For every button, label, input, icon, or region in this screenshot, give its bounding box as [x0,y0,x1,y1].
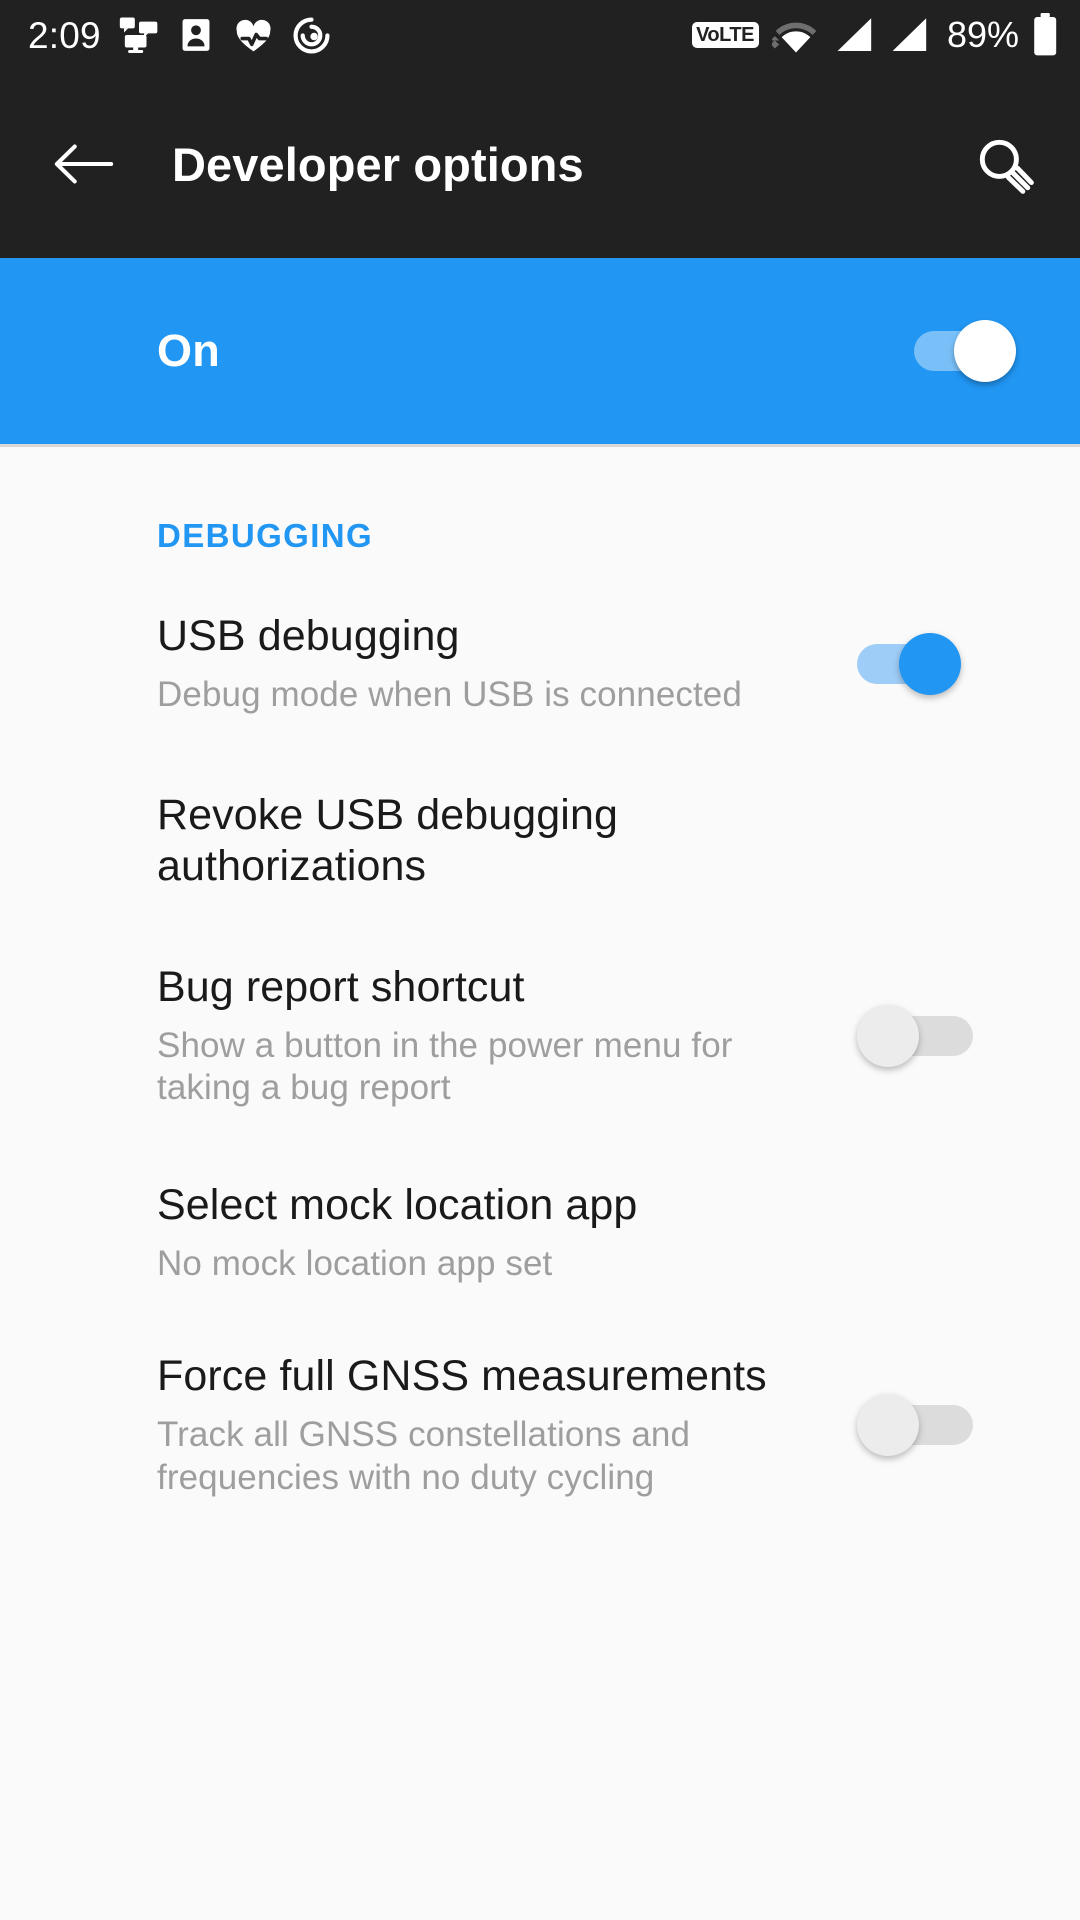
list-item-title: Bug report shortcut [157,962,525,1011]
chat-monitor-icon [119,17,158,53]
cellular-signal-icon [892,18,927,52]
status-bar: 2:09 VoLTE 89% [0,0,1080,70]
list-item-title: Revoke USB debugging authorizations [157,791,618,891]
list-item-text: Revoke USB debugging authorizations [157,790,857,891]
bug-report-shortcut-switch[interactable] [857,998,977,1074]
contact-card-icon [182,19,210,51]
list-item-bug-report-shortcut[interactable]: Bug report shortcut Show a button in the… [0,914,1080,1124]
switch-thumb [899,632,961,695]
list-item-text: Bug report shortcut Show a button in the… [157,962,857,1110]
developer-options-screen: 2:09 VoLTE 89% Developer options On DEBU… [0,0,1080,1920]
list-item-select-mock-location-app[interactable]: Select mock location app No mock locatio… [0,1124,1080,1301]
list-item-title: Select mock location app [157,1181,638,1229]
section-header-debugging: DEBUGGING [157,517,374,554]
back-button[interactable] [48,128,120,200]
status-bar-right: VoLTE 89% [692,13,1058,57]
list-item-title: Force full GNSS measurements [157,1352,767,1401]
developer-options-master-toggle-row[interactable]: On [0,258,1080,444]
spiral-target-icon [293,16,330,53]
battery-percent-label: 89% [946,14,1019,55]
status-clock: 2:09 [28,14,101,56]
list-item-title: USB debugging [157,612,460,660]
switch-thumb [857,1394,919,1457]
list-item-text: Select mock location app No mock locatio… [157,1180,857,1285]
wifi-icon [771,22,817,53]
master-toggle-label: On [157,325,220,376]
list-item-subtitle: Track all GNSS constellations and freque… [157,1415,691,1497]
list-item-subtitle: No mock location app set [157,1243,553,1283]
heart-check-icon [236,19,271,51]
list-item-subtitle: Show a button in the power menu for taki… [157,1025,733,1108]
list-item-subtitle: Debug mode when USB is connected [157,674,742,714]
list-item-text: USB debugging Debug mode when USB is con… [157,611,857,716]
settings-list: DEBUGGING USB debugging Debug mode when … [0,447,1080,1920]
list-item-revoke-usb-debugging-authorizations[interactable]: Revoke USB debugging authorizations [0,726,1080,913]
list-item-text: Force full GNSS measurements Track all G… [157,1351,857,1499]
search-button[interactable] [966,126,1042,202]
app-bar: Developer options [0,70,1080,258]
usb-debugging-switch[interactable] [857,626,977,702]
search-icon [979,139,1034,194]
battery-full-icon [1034,13,1057,56]
cellular-signal-icon [837,18,872,52]
back-arrow-icon [54,144,114,184]
status-bar-left: 2:09 [28,15,331,56]
list-item-force-full-gnss-measurements[interactable]: Force full GNSS measurements Track all G… [0,1301,1080,1509]
list-item-usb-debugging[interactable]: USB debugging Debug mode when USB is con… [0,555,1080,726]
master-toggle-thumb [954,320,1016,382]
page-title: Developer options [172,137,584,191]
master-toggle-switch[interactable] [912,313,1032,389]
volte-icon: VoLTE [692,22,759,48]
force-full-gnss-measurements-switch[interactable] [857,1387,977,1463]
switch-thumb [857,1004,919,1067]
